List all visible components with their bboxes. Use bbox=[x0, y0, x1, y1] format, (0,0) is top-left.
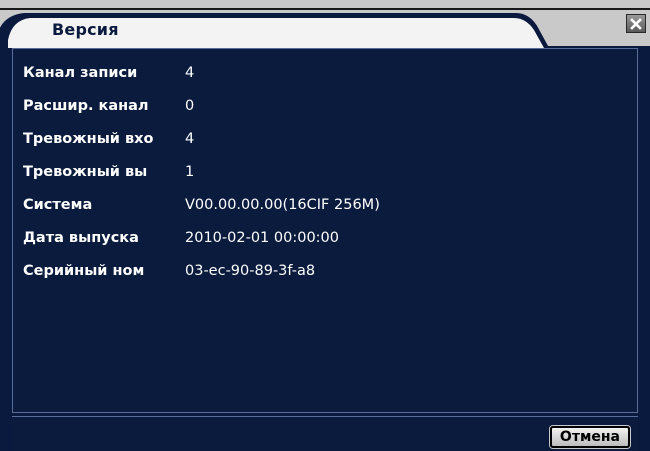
info-row-extra-channel: Расшир. канал 0 bbox=[23, 96, 194, 116]
row-value: 03-ec-90-89-3f-a8 bbox=[185, 263, 316, 279]
dialog-title: Версия bbox=[52, 20, 119, 39]
row-label: Дата выпуска bbox=[23, 230, 139, 246]
info-row-record-channel: Канал записи 4 bbox=[23, 63, 194, 83]
row-value: 1 bbox=[185, 164, 195, 180]
title-bar: Версия bbox=[0, 0, 650, 48]
info-panel: Канал записи 4 Расшир. канал 0 Тревожный… bbox=[12, 48, 638, 413]
row-label: Тревожный вы bbox=[23, 164, 148, 180]
version-dialog: Версия Канал записи 4 Расшир. канал 0 Тр… bbox=[0, 0, 650, 451]
info-row-serial-number: Серийный ном 03-ec-90-89-3f-a8 bbox=[23, 261, 315, 281]
info-row-alarm-in: Тревожный вхо 4 bbox=[23, 129, 194, 149]
info-row-alarm-out: Тревожный вы 1 bbox=[23, 162, 194, 182]
dialog-footer: Отмена bbox=[12, 416, 638, 451]
row-label: Система bbox=[23, 197, 93, 213]
row-value: 4 bbox=[185, 65, 195, 81]
row-label: Серийный ном bbox=[23, 263, 145, 279]
row-value: V00.00.00.00(16CIF 256M) bbox=[185, 197, 380, 213]
row-label: Тревожный вхо bbox=[23, 131, 154, 147]
info-row-release-date: Дата выпуска 2010-02-01 00:00:00 bbox=[23, 228, 339, 248]
row-value: 2010-02-01 00:00:00 bbox=[185, 230, 339, 246]
row-label: Канал записи bbox=[23, 65, 138, 81]
cancel-button[interactable]: Отмена bbox=[549, 426, 630, 448]
close-icon bbox=[630, 17, 642, 30]
info-row-system: Система V00.00.00.00(16CIF 256M) bbox=[23, 195, 380, 215]
row-value: 0 bbox=[185, 98, 195, 114]
row-label: Расшир. канал bbox=[23, 98, 149, 114]
close-button[interactable] bbox=[626, 14, 646, 33]
row-value: 4 bbox=[185, 131, 195, 147]
